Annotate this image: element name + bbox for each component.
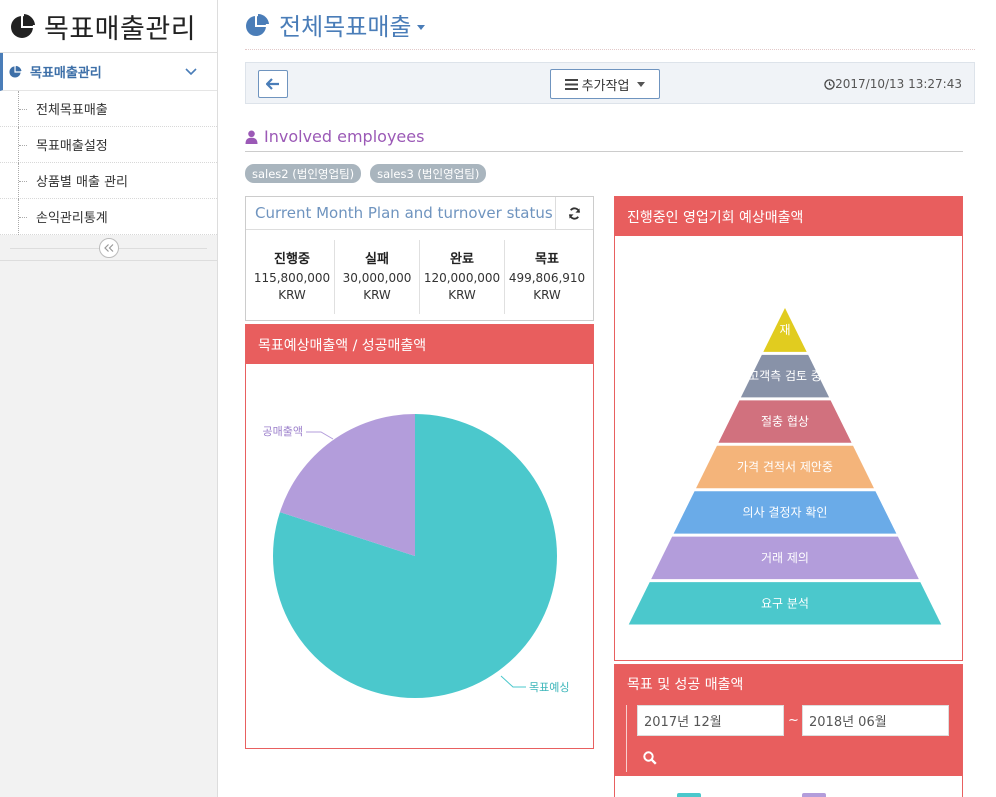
collapse-sidebar-button[interactable] [98,237,119,258]
sidebar-subitem-label: 전체목표매출 [36,103,108,118]
timestamp: 2017/10/13 13:27:43 [824,77,962,91]
sidebar-title: 목표매출관리 [44,13,197,45]
sidebar-subitem-all-target[interactable]: 전체목표매출 [0,91,217,127]
status-label: 진행중 [274,252,310,267]
funnel-stage-label: 의사 결정자 확인 [743,505,828,519]
page-header: 전체목표매출 [245,0,975,50]
date-range-separator: ~ [788,713,799,728]
status-value: 499,806,910 [508,271,586,285]
back-button[interactable] [258,70,288,98]
status-label: 목표 [535,252,559,267]
refresh-button[interactable] [555,196,593,230]
caret-down-icon[interactable] [417,25,426,30]
status-col-target: 목표 499,806,910 KRW [505,240,589,314]
employee-tags: sales2 (법인영업팀) sales3 (법인영업팀) [245,164,487,183]
pipeline-funnel-panel: 진행중인 영업기회 예상매출액 재고객측 검토 중절충 협상가격 견적서 제안중… [614,196,963,661]
funnel-panel-title: 진행중인 영업기회 예상매출액 [615,197,962,236]
sidebar-header: 목표매출관리 [0,0,217,53]
status-value: 115,800,000 [253,271,331,285]
status-value: 120,000,000 [423,271,501,285]
status-col-failed: 실패 30,000,000 KRW [335,240,420,314]
clock-icon [824,78,835,90]
pie-chart: 공매출액 목표예싱 [263,414,569,698]
pie-panel-title: 목표예상매출액 / 성공매출액 [246,325,593,364]
more-actions-label: 추가작업 [581,78,630,94]
menu-icon [564,78,578,90]
involved-employees-header: Involved employees [245,122,963,152]
sidebar-subitem-product-sales[interactable]: 상품별 매출 관리 [0,163,217,199]
refresh-icon [568,206,581,220]
employee-tag[interactable]: sales3 (법인영업팀) [370,164,487,183]
pie-chart-icon [9,65,22,78]
target-and-success-panel: 목표 및 성공 매출액 ~ [614,664,963,797]
arrow-left-icon [266,78,279,90]
caret-down-icon [637,81,646,87]
pie-label-target: 목표예싱 [529,681,569,694]
target-panel-title: 목표 및 성공 매출액 [627,677,744,693]
funnel-stage-label: 절충 협상 [761,415,809,429]
search-icon [643,751,657,765]
sidebar-subitem-target-setting[interactable]: 목표매출설정 [0,127,217,163]
funnel-stage-label: 재 [779,323,790,337]
sidebar-subitem-pl-stats[interactable]: 손익관리통계 [0,199,217,235]
sidebar-item-target-sales[interactable]: 목표매출관리 [0,53,217,91]
funnel-chart: 재고객측 검토 중절충 협상가격 견적서 제안중의사 결정자 확인거래 제의요구… [628,308,942,625]
pie-label-success: 공매출액 [263,425,303,438]
status-col-completed: 완료 120,000,000 KRW [420,240,505,314]
user-icon [245,130,258,144]
status-label: 실패 [365,252,389,267]
chevron-down-icon[interactable] [185,67,197,76]
status-value: 30,000,000 [342,271,412,285]
funnel-stage-label: 가격 견적서 제안중 [737,460,833,474]
search-button[interactable] [641,749,659,767]
status-unit: KRW [278,288,306,302]
status-unit: KRW [363,288,391,302]
date-from-input[interactable] [637,705,784,736]
target-chart-area [615,776,962,797]
funnel-stage-label: 고객측 검토 중 [748,369,822,383]
status-unit: KRW [533,288,561,302]
monthly-status-panel: Current Month Plan and turnover status 진… [245,196,594,321]
more-actions-button[interactable]: 추가작업 [550,69,660,99]
sidebar-subitem-label: 상품별 매출 관리 [36,175,128,190]
funnel-stage-label: 거래 제의 [761,551,809,565]
sidebar-subitem-label: 목표매출설정 [36,139,108,154]
page-title[interactable]: 전체목표매출 [279,7,411,42]
double-chevron-left-icon [103,243,113,252]
pie-chart-icon [11,14,35,38]
timestamp-text: 2017/10/13 13:27:43 [835,77,962,91]
target-vs-success-pie-panel: 목표예상매출액 / 성공매출액 공매출액 목표예싱 [245,324,594,749]
funnel-stage-label: 요구 분석 [761,596,809,610]
date-to-input[interactable] [802,705,949,736]
legend-swatch [677,793,701,797]
toolbar: 추가작업 2017/10/13 13:27:43 [245,62,975,104]
sidebar: 목표매출관리 목표매출관리 전체목표매출 목표매출설정 상품별 매출 관리 손익… [0,0,218,797]
sidebar-subitem-label: 손익관리통계 [36,211,108,226]
sidebar-item-label: 목표매출관리 [30,66,102,81]
status-label: 완료 [450,252,474,267]
legend-swatch [802,793,826,797]
status-col-in-progress: 진행중 115,800,000 KRW [250,240,335,314]
pie-chart-icon [246,13,269,36]
status-panel-title: Current Month Plan and turnover status [255,204,553,222]
status-unit: KRW [448,288,476,302]
sidebar-collapse-bar [0,235,217,261]
employee-tag[interactable]: sales2 (법인영업팀) [245,164,362,183]
involved-employees-label: Involved employees [264,127,425,146]
